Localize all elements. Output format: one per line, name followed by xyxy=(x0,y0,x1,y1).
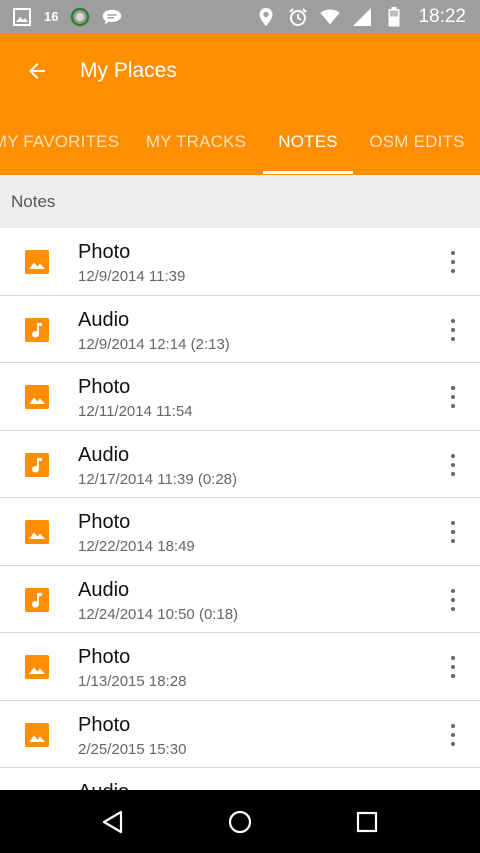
image-icon xyxy=(12,7,32,27)
note-timestamp: 2/25/2015 15:30 xyxy=(78,740,187,758)
note-timestamp: 12/9/2014 11:39 xyxy=(78,268,186,285)
note-title: Photo xyxy=(78,713,131,736)
audio-note-icon xyxy=(25,317,49,342)
tab-my-favorites[interactable]: MY FAVORITES xyxy=(0,108,136,175)
more-options-icon[interactable] xyxy=(446,586,460,614)
back-triangle-icon xyxy=(103,810,123,833)
list-item[interactable]: Audio xyxy=(0,768,480,790)
note-title: Photo xyxy=(78,241,131,263)
list-item[interactable]: Audio 12/17/2014 11:39 (0:28) xyxy=(0,431,480,498)
note-title: Audio xyxy=(78,578,130,601)
arrow-back-icon xyxy=(29,62,45,79)
tab-osm-edits[interactable]: OSM EDITS xyxy=(355,108,479,175)
list-item[interactable]: Audio 12/9/2014 12:14 (2:13) xyxy=(0,296,480,363)
nav-recents-button[interactable] xyxy=(337,792,397,852)
note-timestamp: 12/17/2014 11:39 (0:28) xyxy=(78,470,238,488)
audio-note-icon xyxy=(25,452,49,477)
section-label: Notes xyxy=(11,191,56,211)
list-item[interactable]: Photo 12/22/2014 18:49 xyxy=(0,498,480,566)
home-circle-icon xyxy=(228,810,252,833)
note-title: Photo xyxy=(78,646,131,668)
tab-notes[interactable]: NOTES xyxy=(263,108,353,175)
tab-my-tracks[interactable]: MY TRACKS xyxy=(136,108,256,175)
note-title: Photo xyxy=(78,511,131,533)
circle-icon xyxy=(70,7,90,27)
battery-icon xyxy=(384,6,404,27)
list-item[interactable]: Audio 12/24/2014 10:50 (0:18) xyxy=(0,566,480,633)
nav-home-button[interactable] xyxy=(210,792,270,852)
note-title: Audio xyxy=(78,443,130,466)
page-title: My Places xyxy=(80,58,177,82)
alarm-icon xyxy=(288,7,308,27)
app-bar: My Places xyxy=(0,33,480,108)
audio-note-icon xyxy=(25,587,49,612)
status-bar: 16 18:22 xyxy=(0,0,480,33)
back-button[interactable] xyxy=(0,33,74,108)
more-options-icon[interactable] xyxy=(446,451,460,479)
note-timestamp: 12/11/2014 11:54 xyxy=(78,403,193,420)
recents-square-icon xyxy=(356,811,377,832)
note-timestamp: 1/13/2015 18:28 xyxy=(78,673,187,690)
photo-note-icon xyxy=(25,250,49,274)
more-options-icon[interactable] xyxy=(446,316,460,344)
nav-back-button[interactable] xyxy=(83,792,143,852)
list-item[interactable]: Photo 12/9/2014 11:39 xyxy=(0,228,480,296)
list-item[interactable]: Photo 1/13/2015 18:28 xyxy=(0,633,480,701)
note-timestamp: 12/9/2014 12:14 (2:13) xyxy=(78,335,230,353)
note-title: Photo xyxy=(78,376,131,398)
list-item[interactable]: Photo 12/11/2014 11:54 xyxy=(0,363,480,431)
more-options-icon[interactable] xyxy=(446,518,460,546)
photo-note-icon xyxy=(25,385,49,409)
notes-list[interactable]: Photo 12/9/2014 11:39 Audio 12/9/2014 12:14… xyxy=(0,228,480,790)
tab-indicator xyxy=(263,171,353,174)
signal-icon xyxy=(352,7,372,27)
section-header: Notes xyxy=(0,175,480,228)
photo-note-icon xyxy=(25,722,49,747)
sim-icon: 16 xyxy=(44,9,59,24)
photo-note-icon xyxy=(25,520,49,544)
more-options-icon[interactable] xyxy=(446,721,460,749)
photo-note-icon xyxy=(25,655,49,679)
tab-bar: MY FAVORITES MY TRACKS NOTES OSM EDITS xyxy=(0,108,480,175)
note-title: Audio xyxy=(78,308,130,331)
navigation-bar xyxy=(0,790,480,853)
note-title: Audio xyxy=(78,781,129,790)
more-options-icon[interactable] xyxy=(446,248,460,276)
wifi-icon xyxy=(320,7,341,27)
note-timestamp: 12/22/2014 18:49 xyxy=(78,538,195,555)
note-timestamp: 12/24/2014 10:50 (0:18) xyxy=(78,605,239,623)
location-icon xyxy=(256,7,276,27)
list-item[interactable]: Photo 2/25/2015 15:30 xyxy=(0,701,480,768)
more-options-icon[interactable] xyxy=(446,653,460,681)
more-options-icon[interactable] xyxy=(446,383,460,411)
chat-icon xyxy=(102,7,122,27)
clock-time: 18:22 xyxy=(418,5,466,27)
